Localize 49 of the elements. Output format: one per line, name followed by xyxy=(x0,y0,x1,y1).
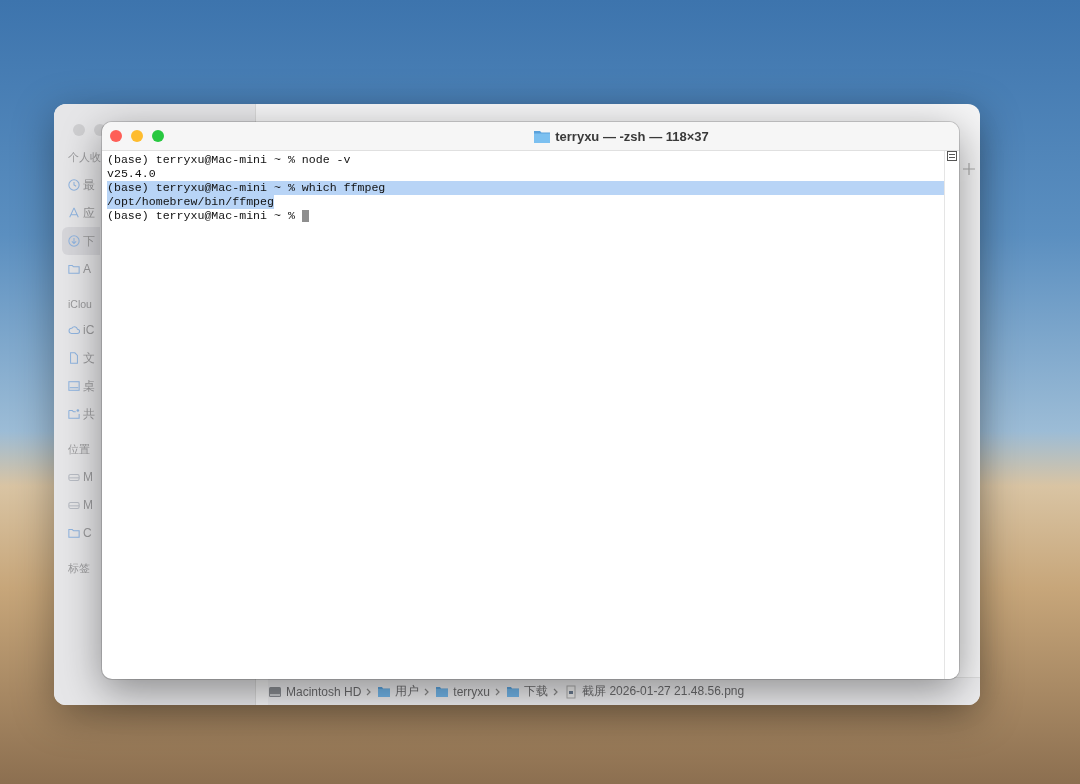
folder-icon xyxy=(506,684,521,699)
folder-icon xyxy=(68,527,80,539)
apps-icon xyxy=(68,207,80,219)
close-button[interactable] xyxy=(73,124,85,136)
marks-icon[interactable] xyxy=(947,151,957,161)
terminal-line: v25.4.0 xyxy=(107,167,156,181)
sidebar-item[interactable]: A xyxy=(62,255,100,283)
sidebar-item[interactable]: iC xyxy=(62,316,100,344)
terminal-line: (base) terryxu@Mac-mini ~ % node -v xyxy=(107,153,351,167)
cloud-icon xyxy=(68,324,80,336)
document-icon xyxy=(68,352,80,364)
sidebar-item[interactable]: 最 xyxy=(62,171,100,199)
desktop-icon xyxy=(68,380,80,392)
shared-icon xyxy=(68,408,80,420)
path-item[interactable]: terryxu xyxy=(435,684,491,699)
chevron-icon xyxy=(553,687,560,696)
path-item[interactable]: 截屏 2026-01-27 21.48.56.png xyxy=(564,683,745,700)
path-item[interactable]: 下载 xyxy=(506,683,549,700)
path-item[interactable]: 用户 xyxy=(377,683,420,700)
download-icon xyxy=(68,235,80,247)
folder-icon xyxy=(68,263,80,275)
sidebar-heading: 位置 xyxy=(68,443,90,457)
folder-icon xyxy=(534,129,551,143)
clock-icon xyxy=(68,179,80,191)
sidebar-item[interactable]: C xyxy=(62,519,100,547)
minimize-button[interactable] xyxy=(131,130,143,142)
file-icon xyxy=(564,684,579,699)
chevron-icon xyxy=(495,687,502,696)
sidebar-heading: 个人收 xyxy=(68,151,101,165)
zoom-button[interactable] xyxy=(152,130,164,142)
close-button[interactable] xyxy=(110,130,122,142)
terminal-line: (base) terryxu@Mac-mini ~ % xyxy=(107,209,296,223)
chevron-icon xyxy=(366,687,373,696)
sidebar-item[interactable]: M xyxy=(62,463,100,491)
chevron-icon xyxy=(424,687,431,696)
sidebar-item[interactable]: M xyxy=(62,491,100,519)
window-title: terryxu — -zsh — 118×37 xyxy=(555,128,709,144)
sidebar-item[interactable]: 桌 xyxy=(62,372,100,400)
sidebar-heading: iClou xyxy=(68,298,92,310)
sidebar-item[interactable]: 共 xyxy=(62,400,100,428)
folder-icon xyxy=(377,684,392,699)
folder-icon xyxy=(435,684,450,699)
drive-icon xyxy=(68,499,80,511)
sidebar-item[interactable]: 应 xyxy=(62,199,100,227)
add-tab-icon[interactable] xyxy=(962,162,976,176)
path-item[interactable]: Macintosh HD xyxy=(268,684,362,699)
sidebar-item[interactable]: 文 xyxy=(62,344,100,372)
sidebar-heading: 标签 xyxy=(68,562,90,576)
drive-icon xyxy=(68,471,80,483)
